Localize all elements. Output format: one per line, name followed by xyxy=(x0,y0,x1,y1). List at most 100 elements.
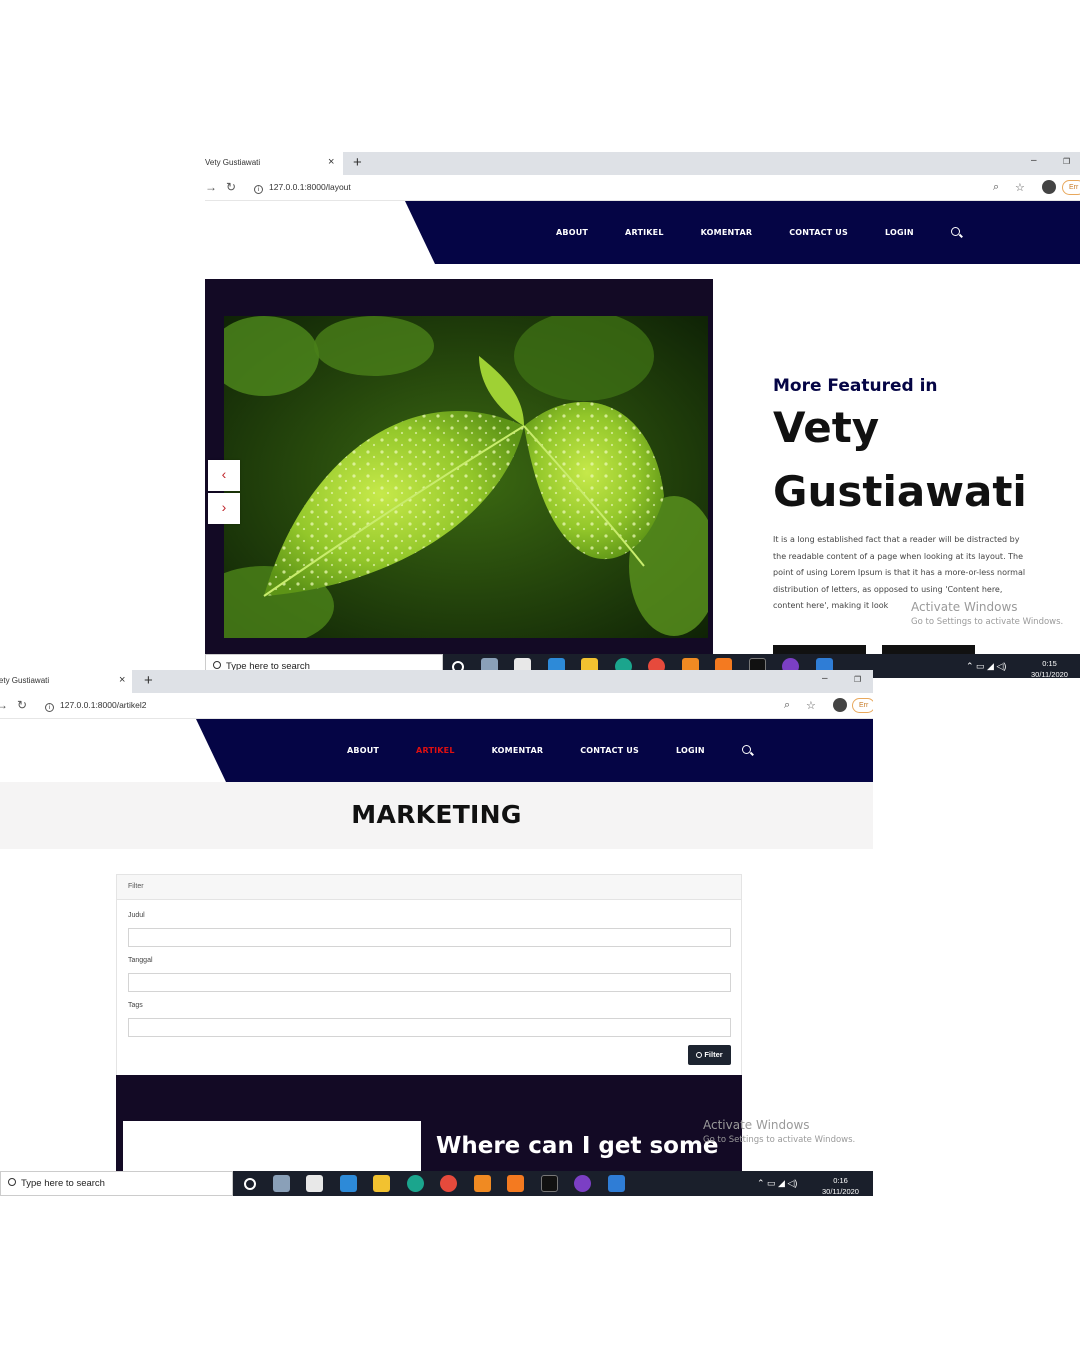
nav-artikel[interactable]: ARTIKEL xyxy=(416,746,455,755)
error-pill[interactable]: Err xyxy=(1062,180,1080,195)
restore-button[interactable]: ❐ xyxy=(1063,157,1070,166)
app-purple-icon[interactable] xyxy=(574,1175,591,1192)
error-pill[interactable]: Err xyxy=(852,698,873,713)
page-title: MARKETING xyxy=(351,800,522,829)
url-field[interactable]: i 127.0.0.1:8000/layout xyxy=(254,182,351,194)
forward-icon[interactable]: → xyxy=(205,180,217,194)
profile-avatar[interactable] xyxy=(833,698,847,712)
filter-card-header: Filter xyxy=(117,875,741,900)
nav-links: ABOUT ARTIKEL KOMENTAR CONTACT US LOGIN xyxy=(347,745,753,756)
restore-button[interactable]: ❐ xyxy=(854,675,861,684)
bookmark-star-icon[interactable]: ☆ xyxy=(806,699,816,712)
featured-heading-line2: Gustiawati xyxy=(773,467,1027,516)
chrome-icon[interactable] xyxy=(440,1175,457,1192)
featured-heading: Vety Gustiawati xyxy=(773,396,1027,524)
taskbar-app-icons xyxy=(244,1175,641,1192)
taskbar-search-icon xyxy=(213,661,221,669)
site-info-icon[interactable]: i xyxy=(254,185,263,194)
post-title[interactable]: Where can I get some xyxy=(436,1133,719,1159)
nav-about[interactable]: ABOUT xyxy=(556,228,588,237)
category-banner: MARKETING xyxy=(0,782,873,849)
reload-icon[interactable]: ↻ xyxy=(17,698,27,712)
clock-date: 30/11/2020 xyxy=(822,1187,859,1196)
filter-search-icon xyxy=(696,1052,703,1058)
browser-tab-bar: Vety Gustiawati × + – ❐ xyxy=(205,152,1080,175)
new-tab-button[interactable]: + xyxy=(353,154,362,171)
nav-login[interactable]: LOGIN xyxy=(676,746,705,755)
site-navbar: ABOUT ARTIKEL KOMENTAR CONTACT US LOGIN xyxy=(196,719,873,782)
windows-taskbar: Type here to search ⌃ ▭ ◢ ◁) 0:16 30/11/… xyxy=(0,1171,873,1196)
search-icon[interactable] xyxy=(741,745,753,756)
judul-label: Judul xyxy=(128,912,145,919)
filter-button[interactable]: Filter xyxy=(688,1045,731,1065)
url-field[interactable]: i 127.0.0.1:8000/artikel2 xyxy=(45,700,146,712)
tab-close-icon[interactable]: × xyxy=(119,674,125,686)
clock-time: 0:15 xyxy=(1042,659,1057,668)
url-text: 127.0.0.1:8000/artikel2 xyxy=(60,700,147,710)
taskbar-search-icon xyxy=(8,1178,16,1186)
search-icon[interactable] xyxy=(950,227,962,238)
url-text: 127.0.0.1:8000/layout xyxy=(269,182,351,192)
tab-title: Vety Gustiawati xyxy=(0,676,50,685)
nav-komentar[interactable]: KOMENTAR xyxy=(492,746,544,755)
photos-icon[interactable] xyxy=(607,1175,625,1192)
judul-input[interactable] xyxy=(128,928,731,947)
file-explorer-icon[interactable] xyxy=(373,1175,390,1192)
sublime-icon[interactable] xyxy=(473,1175,491,1192)
system-tray-icons[interactable]: ⌃ ▭ ◢ ◁) xyxy=(757,1178,797,1189)
taskbar-search-box[interactable]: Type here to search xyxy=(0,1171,233,1196)
slider-next-button[interactable]: › xyxy=(208,493,240,524)
edge-icon[interactable] xyxy=(406,1175,424,1192)
slide-image-green-leaves xyxy=(224,316,708,638)
featured-heading-line1: Vety xyxy=(773,403,880,452)
tags-input[interactable] xyxy=(128,1018,731,1037)
browser-tab-bar: Vety Gustiawati × + – ❐ xyxy=(0,670,873,693)
slider-prev-button[interactable]: ‹ xyxy=(208,460,240,491)
terminal-icon[interactable] xyxy=(540,1175,558,1192)
system-tray-icons[interactable]: ⌃ ▭ ◢ ◁) xyxy=(966,661,1006,672)
taskbar-clock[interactable]: 0:16 30/11/2020 xyxy=(822,1175,859,1196)
new-tab-button[interactable]: + xyxy=(144,672,153,689)
nav-links: ABOUT ARTIKEL KOMENTAR CONTACT US LOGIN xyxy=(556,227,962,238)
reload-icon[interactable]: ↻ xyxy=(226,180,236,194)
nav-about[interactable]: ABOUT xyxy=(347,746,379,755)
post-section: Where can I get some xyxy=(116,1075,742,1181)
tab-close-icon[interactable]: × xyxy=(328,156,334,168)
screenshot-artikel-page: Vety Gustiawati × + – ❐ → ↻ i 127.0.0.1:8… xyxy=(0,670,873,1196)
profile-avatar[interactable] xyxy=(1042,180,1056,194)
zoom-icon[interactable]: ⌕ xyxy=(993,181,999,194)
bookmark-star-icon[interactable]: ☆ xyxy=(1015,181,1025,194)
clock-date: 30/11/2020 xyxy=(1031,670,1068,678)
site-info-icon[interactable]: i xyxy=(45,703,54,712)
nav-login[interactable]: LOGIN xyxy=(885,228,914,237)
nav-artikel[interactable]: ARTIKEL xyxy=(625,228,664,237)
tags-label: Tags xyxy=(128,1002,143,1009)
activate-windows-title: Activate Windows xyxy=(911,600,1018,614)
activate-windows-subtitle: Go to Settings to activate Windows. xyxy=(703,1135,856,1145)
zoom-icon[interactable]: ⌕ xyxy=(784,699,790,712)
taskbar-clock[interactable]: 0:15 30/11/2020 xyxy=(1031,658,1068,678)
xampp-icon[interactable] xyxy=(507,1175,524,1192)
featured-kicker: More Featured in xyxy=(773,376,938,396)
leaves-photo xyxy=(224,316,708,638)
store-icon[interactable] xyxy=(306,1175,323,1192)
mail-icon[interactable] xyxy=(339,1175,357,1192)
address-bar: → ↻ i 127.0.0.1:8000/artikel2 ⌕ ☆ Err xyxy=(0,693,873,719)
minimize-button[interactable]: – xyxy=(1031,155,1037,166)
tab-title: Vety Gustiawati xyxy=(205,158,261,167)
hero-slider: ‹ › xyxy=(205,279,713,654)
cortana-icon[interactable] xyxy=(244,1178,256,1190)
screenshot-layout-page: Vety Gustiawati × + – ❐ → ↻ i 127.0.0.1:8… xyxy=(205,152,1080,678)
address-bar: → ↻ i 127.0.0.1:8000/layout ⌕ ☆ Err xyxy=(205,175,1080,201)
activate-windows-title: Activate Windows xyxy=(703,1118,810,1132)
nav-komentar[interactable]: KOMENTAR xyxy=(701,228,753,237)
minimize-button[interactable]: – xyxy=(822,673,828,684)
clock-time: 0:16 xyxy=(833,1176,848,1185)
nav-contact-us[interactable]: CONTACT US xyxy=(580,746,639,755)
tanggal-input[interactable] xyxy=(128,973,731,992)
browser-tab[interactable]: Vety Gustiawati × xyxy=(0,670,132,693)
task-view-icon[interactable] xyxy=(272,1175,290,1192)
browser-tab[interactable]: Vety Gustiawati × xyxy=(205,152,343,175)
forward-icon[interactable]: → xyxy=(0,698,8,712)
nav-contact-us[interactable]: CONTACT US xyxy=(789,228,848,237)
